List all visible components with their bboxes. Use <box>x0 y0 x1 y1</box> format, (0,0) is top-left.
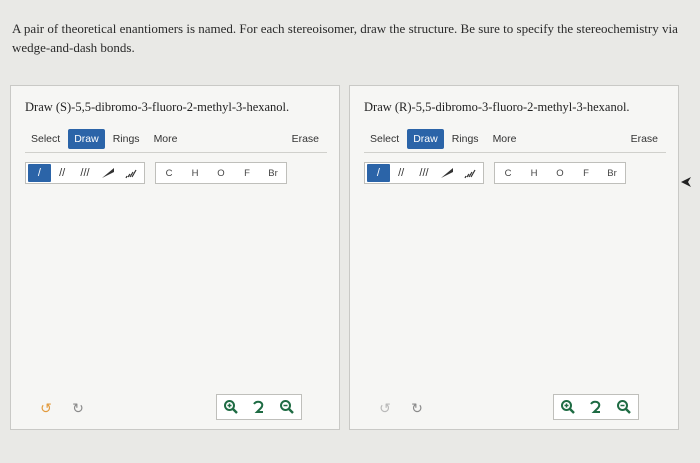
undo-icon[interactable]: ↺ <box>35 397 57 419</box>
wedge-bond-button[interactable] <box>96 164 119 182</box>
single-bond-button[interactable]: / <box>367 164 390 182</box>
drawing-canvas[interactable] <box>25 194 327 354</box>
atom-group: C H O F Br <box>155 162 287 184</box>
tab-rings[interactable]: Rings <box>107 129 146 149</box>
drawing-panel-s: Draw (S)-5,5-dibromo-3-fluoro-2-methyl-3… <box>10 85 340 430</box>
dash-bond-icon <box>464 169 476 179</box>
drawing-panel-r: Draw (R)-5,5-dibromo-3-fluoro-2-methyl-3… <box>349 85 679 430</box>
reset-icon[interactable] <box>585 397 607 417</box>
dash-bond-button[interactable] <box>119 164 142 182</box>
redo-icon[interactable]: ↻ <box>67 397 89 419</box>
reset-icon[interactable] <box>248 397 270 417</box>
tab-draw[interactable]: Draw <box>68 129 105 149</box>
history-controls: ↺ ↻ <box>374 396 438 420</box>
atom-h-button[interactable]: H <box>182 163 208 183</box>
atom-c-button[interactable]: C <box>495 163 521 183</box>
wedge-bond-button[interactable] <box>435 164 458 182</box>
erase-button[interactable]: Erase <box>625 129 664 149</box>
atom-f-button[interactable]: F <box>234 163 260 183</box>
bond-group: / // /// <box>25 162 145 184</box>
undo-icon[interactable]: ↺ <box>374 397 396 419</box>
pointer-arrow-icon <box>681 177 691 187</box>
tab-select[interactable]: Select <box>25 129 66 149</box>
atom-br-button[interactable]: Br <box>599 163 625 183</box>
atom-o-button[interactable]: O <box>208 163 234 183</box>
mode-toolbar: Select Draw Rings More Erase <box>25 128 327 150</box>
tab-more[interactable]: More <box>487 129 523 149</box>
atom-h-button[interactable]: H <box>521 163 547 183</box>
zoom-out-icon[interactable] <box>613 397 635 417</box>
redo-icon[interactable]: ↻ <box>406 397 428 419</box>
tab-draw[interactable]: Draw <box>407 129 444 149</box>
divider <box>364 152 666 153</box>
atom-group: C H O F Br <box>494 162 626 184</box>
zoom-in-icon[interactable] <box>220 397 242 417</box>
bond-toolbar: / // /// C H O F Br <box>364 162 666 184</box>
wedge-bond-icon <box>101 168 114 178</box>
mode-toolbar: Select Draw Rings More Erase <box>364 128 666 150</box>
erase-button[interactable]: Erase <box>286 129 325 149</box>
zoom-controls <box>553 394 639 420</box>
dash-bond-button[interactable] <box>458 164 481 182</box>
tab-more[interactable]: More <box>148 129 184 149</box>
zoom-out-icon[interactable] <box>276 397 298 417</box>
atom-o-button[interactable]: O <box>547 163 573 183</box>
question-text: A pair of theoretical enantiomers is nam… <box>12 21 678 55</box>
single-bond-button[interactable]: / <box>28 164 51 182</box>
double-bond-button[interactable]: // <box>390 164 413 182</box>
atom-br-button[interactable]: Br <box>260 163 286 183</box>
history-controls: ↺ ↻ <box>35 396 99 420</box>
zoom-controls <box>216 394 302 420</box>
tab-rings[interactable]: Rings <box>446 129 485 149</box>
bond-toolbar: / // /// C H O F Br <box>25 162 327 184</box>
panel-title: Draw (R)-5,5-dibromo-3-fluoro-2-methyl-3… <box>364 100 630 114</box>
panel-title: Draw (S)-5,5-dibromo-3-fluoro-2-methyl-3… <box>25 100 290 114</box>
tab-select[interactable]: Select <box>364 129 405 149</box>
zoom-in-icon[interactable] <box>557 397 579 417</box>
dash-bond-icon <box>125 169 137 179</box>
divider <box>25 152 327 153</box>
triple-bond-button[interactable]: /// <box>413 164 436 182</box>
bond-group: / // /// <box>364 162 484 184</box>
double-bond-button[interactable]: // <box>51 164 74 182</box>
wedge-bond-icon <box>440 168 453 178</box>
triple-bond-button[interactable]: /// <box>74 164 97 182</box>
atom-f-button[interactable]: F <box>573 163 599 183</box>
drawing-canvas[interactable] <box>364 194 666 354</box>
atom-c-button[interactable]: C <box>156 163 182 183</box>
